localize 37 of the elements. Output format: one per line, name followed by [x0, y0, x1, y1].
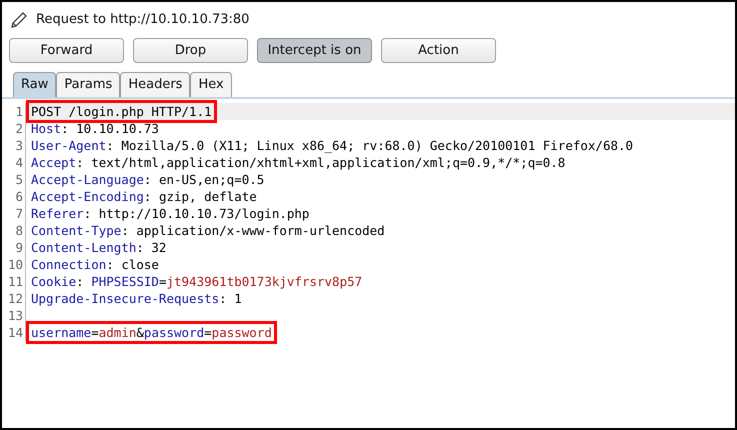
window-title: Request to http://10.10.10.73:80	[36, 11, 250, 30]
line-number: 14	[2, 324, 26, 341]
line-number: 13	[2, 307, 26, 324]
code-text: Upgrade-Insecure-Requests: 1	[30, 290, 243, 307]
line-number: 6	[2, 188, 26, 205]
pencil-icon	[10, 11, 28, 29]
tab[interactable]: Hex	[190, 72, 232, 97]
code-text: Connection: close	[30, 256, 160, 273]
tab[interactable]: Headers	[120, 72, 190, 97]
code-text: Content-Length: 32	[30, 239, 168, 256]
code-text: Host: 10.10.10.73	[30, 120, 160, 137]
line-number: 3	[2, 137, 26, 154]
toolbar-button[interactable]: Action	[381, 38, 496, 63]
tab[interactable]: Raw	[13, 72, 56, 97]
code-text: Accept-Encoding: gzip, deflate	[30, 188, 258, 205]
code-text: Referer: http://10.10.10.73/login.php	[30, 205, 310, 222]
line-number: 9	[2, 239, 26, 256]
toolbar-button[interactable]: Forward	[9, 38, 124, 63]
code-text: username=admin&password=password	[29, 324, 274, 341]
line-number: 12	[2, 290, 26, 307]
code-text: Accept-Language: en-US,en;q=0.5	[30, 171, 266, 188]
line-number: 11	[2, 273, 26, 290]
line-number: 2	[2, 120, 26, 137]
line-number: 4	[2, 154, 26, 171]
toolbar-button[interactable]: Intercept is on	[257, 38, 372, 63]
code-text: Content-Type: application/x-www-form-urlencoded	[30, 222, 386, 239]
line-number: 10	[2, 256, 26, 273]
toolbar-button[interactable]: Drop	[133, 38, 248, 63]
code-text: Accept: text/html,application/xhtml+xml,application/xml;q=0.9,*/*;q=0.8	[30, 154, 566, 171]
code-text: POST /login.php HTTP/1.1	[29, 103, 214, 120]
line-number: 5	[2, 171, 26, 188]
line-number: 7	[2, 205, 26, 222]
code-text: Cookie: PHPSESSID=jt943961tb0173kjvfrsrv8p57	[30, 273, 364, 290]
line-number: 1	[2, 103, 26, 120]
line-number: 8	[2, 222, 26, 239]
code-text: User-Agent: Mozilla/5.0 (X11; Linux x86_64; rv:68.0) Gecko/20100101 Firefox/68.0	[30, 137, 634, 154]
tab[interactable]: Params	[56, 72, 120, 97]
